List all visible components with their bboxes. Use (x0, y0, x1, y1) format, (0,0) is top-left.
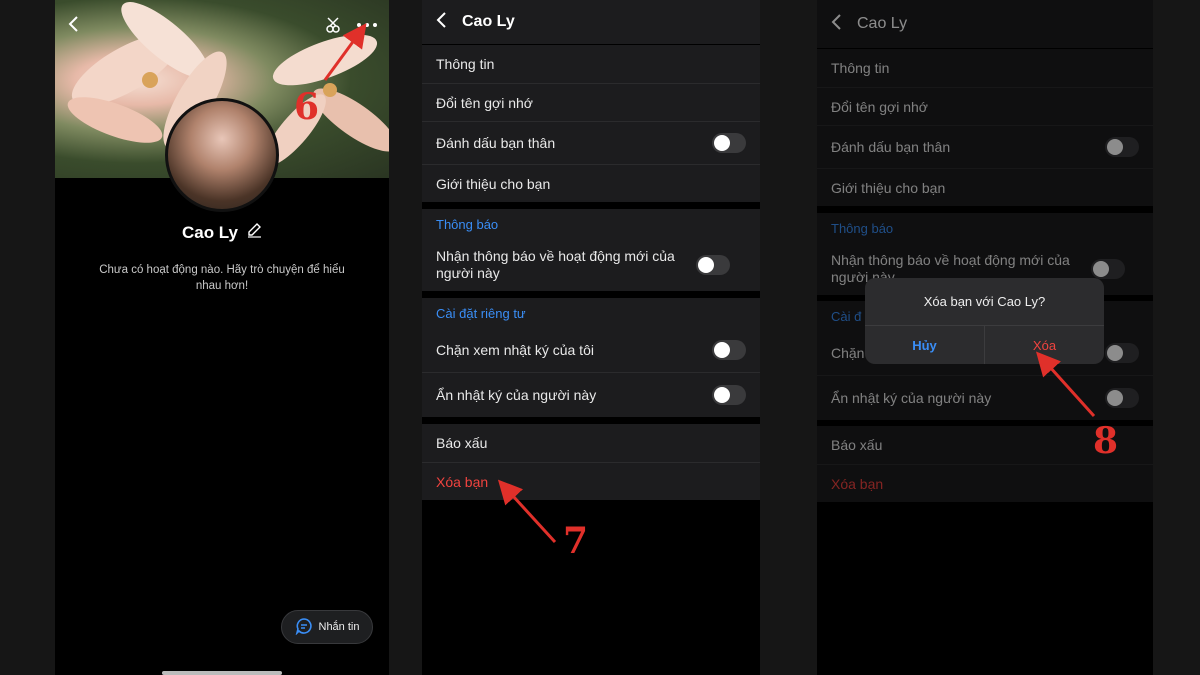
dialog-buttons: Hủy Xóa (865, 326, 1104, 364)
profile-name: Cao Ly (181, 222, 239, 242)
home-indicator (162, 671, 282, 675)
message-button-label: Nhắn tin (318, 621, 360, 633)
profile-name-row: Cao Ly (55, 222, 389, 243)
unfriend-item[interactable]: Xóa bạn (817, 464, 1153, 502)
hide-diary-label: Ẩn nhật ký của người này (436, 386, 597, 403)
close-friend-toggle[interactable] (712, 133, 746, 153)
general-group: Thông tin Đổi tên gợi nhớ Đánh dấu bạn t… (817, 49, 1153, 206)
header: Cao Ly (422, 0, 760, 44)
notif-activity-toggle[interactable] (696, 255, 730, 275)
block-diary-toggle[interactable] (712, 340, 746, 360)
hide-diary-item: Ẩn nhật ký của người này (422, 372, 760, 416)
close-friend-item: Đánh dấu bạn thân (422, 121, 760, 164)
close-friend-item: Đánh dấu bạn thân (817, 125, 1153, 168)
more-options-icon[interactable] (355, 18, 381, 37)
page-title: Cao Ly (462, 13, 515, 30)
cancel-button[interactable]: Hủy (865, 326, 985, 364)
unfriend-label: Xóa bạn (831, 475, 884, 492)
profile-screen: Cao Ly Chưa có hoạt động nào. Hãy trò ch… (55, 0, 389, 675)
back-icon[interactable] (831, 13, 843, 36)
general-group: Thông tin Đổi tên gợi nhớ Đánh dấu bạn t… (422, 45, 760, 202)
dialog-title: Xóa bạn với Cao Ly? (865, 278, 1104, 326)
recommend-label: Giới thiệu cho bạn (831, 179, 946, 196)
hide-diary-toggle[interactable] (1105, 387, 1139, 408)
confirm-delete-button[interactable]: Xóa (985, 326, 1104, 364)
notification-section-title: Thông báo (436, 216, 499, 232)
rename-label: Đổi tên gợi nhớ (831, 98, 928, 115)
recommend-label: Giới thiệu cho bạn (436, 175, 551, 192)
rename-label: Đổi tên gợi nhớ (436, 94, 533, 111)
notif-activity-toggle[interactable] (1091, 259, 1125, 279)
info-label: Thông tin (436, 56, 495, 72)
report-label: Báo xấu (436, 435, 488, 451)
unfriend-item[interactable]: Xóa bạn (422, 462, 760, 500)
back-icon[interactable] (436, 11, 448, 34)
block-diary-label: Chặn xem nhật ký của tôi (436, 342, 594, 358)
notif-activity-item: Nhận thông báo về hoạt động mới của ngườ… (422, 239, 760, 291)
hide-diary-label: Ẩn nhật ký của người này (831, 389, 992, 406)
pencil-icon[interactable] (246, 222, 262, 243)
page-title: Cao Ly (857, 15, 908, 32)
notif-activity-label: Nhận thông báo về hoạt động mới của ngườ… (436, 248, 675, 281)
step-number-6: 6 (294, 86, 320, 128)
unfriend-label: Xóa bạn (436, 473, 489, 490)
hide-diary-item: Ẩn nhật ký của người này (817, 375, 1153, 419)
edit-cover-icon[interactable] (323, 16, 343, 41)
info-label: Thông tin (831, 60, 890, 76)
empty-activity-text: Chưa có hoạt động nào. Hãy trò chuyện để… (99, 264, 345, 292)
unfriend-dialog: Xóa bạn với Cao Ly? Hủy Xóa (865, 278, 1104, 364)
recommend-item[interactable]: Giới thiệu cho bạn (422, 164, 760, 202)
info-item[interactable]: Thông tin (422, 45, 760, 83)
privacy-group: Cài đặt riêng tư Chặn xem nhật ký của tô… (422, 298, 760, 417)
close-friend-label: Đánh dấu bạn thân (831, 139, 951, 155)
message-button[interactable]: Nhắn tin (281, 610, 373, 644)
header: Cao Ly (817, 0, 1153, 48)
chat-bubble-icon (295, 617, 313, 638)
privacy-section-title: Cài đặt riêng tư (436, 305, 526, 321)
avatar[interactable] (165, 98, 279, 212)
step-number-8: 8 (1093, 420, 1119, 462)
friend-settings-screen: Cao Ly Thông tin Đổi tên gợi nhớ Đánh dấ… (422, 0, 760, 675)
close-friend-toggle[interactable] (1105, 137, 1139, 157)
block-diary-toggle[interactable] (1105, 343, 1139, 363)
unfriend-confirm-screen: Cao Ly Thông tin Đổi tên gợi nhớ Đánh dấ… (817, 0, 1153, 675)
danger-group: Báo xấu Xóa bạn (422, 424, 760, 500)
info-item[interactable]: Thông tin (817, 49, 1153, 87)
step-number-7: 7 (563, 520, 589, 562)
notification-group: Thông báo Nhận thông báo về hoạt động mớ… (422, 209, 760, 291)
notification-section-title: Thông báo (831, 220, 894, 236)
hide-diary-toggle[interactable] (712, 384, 746, 405)
back-icon[interactable] (67, 14, 81, 39)
report-item[interactable]: Báo xấu (422, 424, 760, 462)
recommend-item[interactable]: Giới thiệu cho bạn (817, 168, 1153, 206)
rename-item[interactable]: Đổi tên gợi nhớ (422, 83, 760, 121)
block-diary-item: Chặn xem nhật ký của tôi (422, 328, 760, 372)
rename-item[interactable]: Đổi tên gợi nhớ (817, 87, 1153, 125)
close-friend-label: Đánh dấu bạn thân (436, 135, 556, 151)
